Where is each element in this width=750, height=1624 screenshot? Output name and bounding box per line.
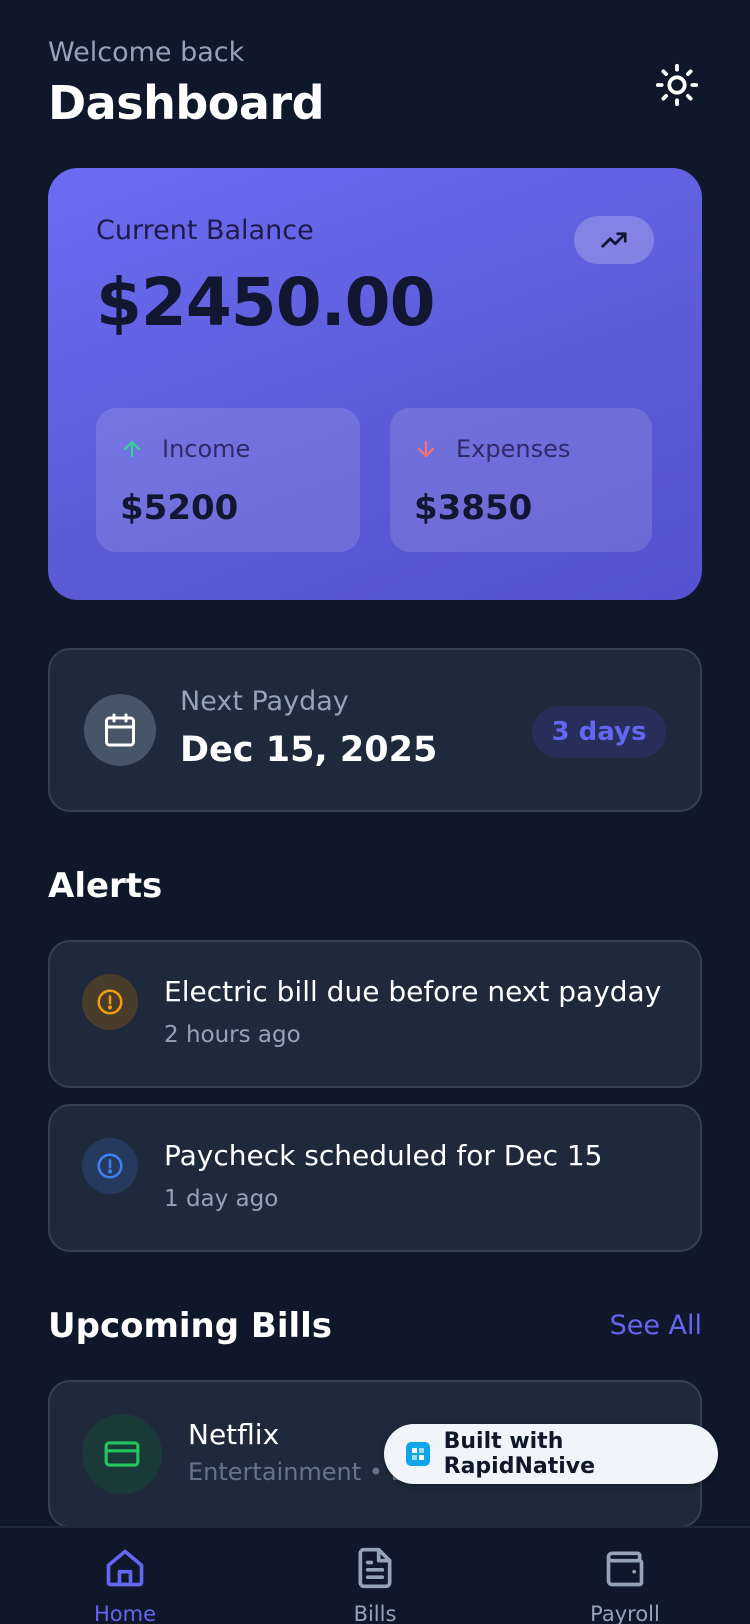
see-all-link[interactable]: See All <box>610 1310 702 1341</box>
tab-label: Payroll <box>590 1602 660 1624</box>
balance-card: Current Balance $2450.00 Income $5200 Ex… <box>48 168 702 600</box>
income-box: Income $5200 <box>96 408 360 552</box>
income-value: $5200 <box>120 488 239 528</box>
upcoming-bills-title: Upcoming Bills <box>48 1306 333 1346</box>
sun-icon <box>655 63 699 107</box>
tab-home[interactable]: Home <box>55 1546 195 1624</box>
trending-up-icon <box>601 232 627 248</box>
income-label: Income <box>162 435 251 463</box>
theme-toggle-button[interactable] <box>652 60 702 110</box>
arrow-up-icon <box>123 440 141 458</box>
balance-label: Current Balance <box>96 215 314 246</box>
tab-label: Home <box>93 1602 156 1624</box>
alert-warning-icon-circle <box>82 974 138 1030</box>
alert-circle-icon <box>97 989 123 1015</box>
payday-date: Dec 15, 2025 <box>180 730 438 770</box>
header: Welcome back Dashboard <box>48 36 702 136</box>
calendar-icon <box>105 713 135 747</box>
expenses-value: $3850 <box>414 488 533 528</box>
alert-info-icon-circle <box>82 1138 138 1194</box>
alerts-section-title: Alerts <box>48 866 163 906</box>
document-icon <box>358 1547 392 1589</box>
tab-payroll[interactable]: Payroll <box>555 1546 695 1624</box>
expenses-label: Expenses <box>456 435 571 463</box>
alert-message: Electric bill due before next payday <box>164 975 662 1008</box>
badge-text: Built with RapidNative <box>443 1429 596 1479</box>
payday-label: Next Payday <box>180 686 349 717</box>
alert-time: 1 day ago <box>164 1186 279 1212</box>
page-title: Dashboard <box>48 76 325 130</box>
alert-circle-icon <box>97 1153 123 1179</box>
bill-name: Netflix <box>188 1418 280 1451</box>
alert-time: 2 hours ago <box>164 1022 301 1048</box>
credit-card-icon <box>104 1441 140 1467</box>
welcome-text: Welcome back <box>48 37 245 68</box>
alert-message: Paycheck scheduled for Dec 15 <box>164 1139 603 1172</box>
next-payday-card[interactable]: Next Payday Dec 15, 2025 3 days <box>48 648 702 812</box>
tab-label: Bills <box>353 1602 397 1624</box>
built-with-badge[interactable]: Built with RapidNative <box>384 1424 718 1484</box>
bill-icon-circle <box>82 1414 162 1494</box>
arrow-down-icon <box>417 440 435 458</box>
expenses-box: Expenses $3850 <box>390 408 652 552</box>
calendar-icon-circle <box>84 694 156 766</box>
alert-item[interactable]: Electric bill due before next payday 2 h… <box>48 940 702 1088</box>
trend-button[interactable] <box>574 216 654 264</box>
alert-item[interactable]: Paycheck scheduled for Dec 15 1 day ago <box>48 1104 702 1252</box>
tab-bills[interactable]: Bills <box>305 1546 445 1624</box>
wallet-icon <box>606 1551 644 1587</box>
bottom-tab-bar: Home Bills Payroll <box>0 1526 750 1624</box>
balance-value: $2450.00 <box>96 264 436 341</box>
home-icon <box>106 1549 144 1587</box>
rapidnative-logo-icon <box>406 1442 430 1466</box>
payday-countdown-badge: 3 days <box>532 706 666 758</box>
